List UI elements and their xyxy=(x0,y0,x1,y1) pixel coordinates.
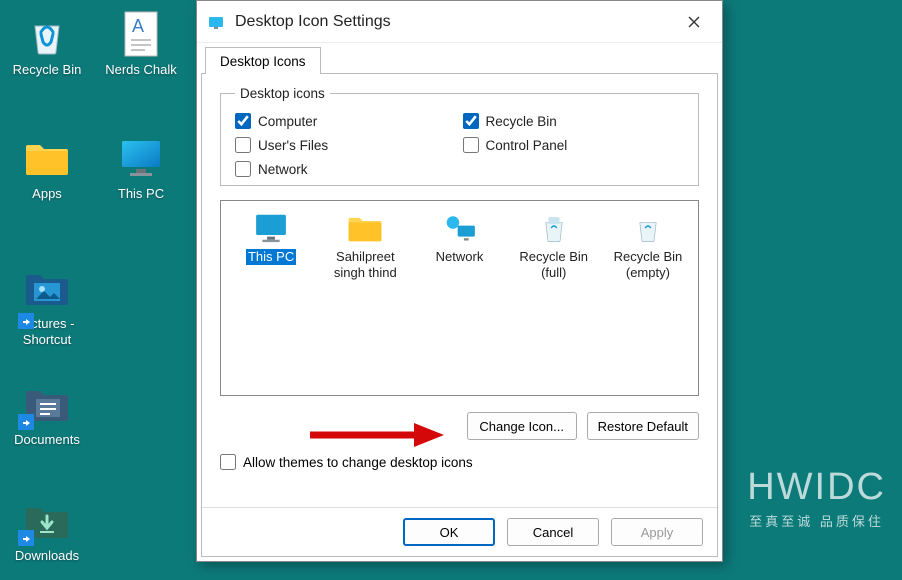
dialog-icon xyxy=(207,13,225,31)
preview-item-label: Sahilpreet singh thind xyxy=(321,249,409,280)
desktop-icon-label: This PC xyxy=(118,186,164,202)
desktop-icons-fieldset: Desktop icons Computer Recycle Bin User'… xyxy=(220,86,699,186)
checkbox-label: Allow themes to change desktop icons xyxy=(243,455,473,470)
checkbox-input[interactable] xyxy=(463,113,479,129)
icon-buttons-row: Change Icon... Restore Default xyxy=(220,412,699,440)
checkbox-allow-themes[interactable]: Allow themes to change desktop icons xyxy=(220,454,699,470)
desktop-icon-nerds-chalk[interactable]: A Nerds Chalk xyxy=(96,10,186,78)
checkbox-input[interactable] xyxy=(235,137,251,153)
preview-item-recycle-empty[interactable]: Recycle Bin (empty) xyxy=(604,211,692,280)
close-button[interactable] xyxy=(676,4,712,40)
desktop-icon-apps[interactable]: Apps xyxy=(2,134,92,202)
svg-text:A: A xyxy=(132,16,144,36)
shortcut-badge-icon xyxy=(18,313,34,329)
desktop-icon-label: Apps xyxy=(32,186,62,202)
titlebar[interactable]: Desktop Icon Settings xyxy=(197,1,722,43)
checkbox-computer[interactable]: Computer xyxy=(235,113,457,129)
ok-button[interactable]: OK xyxy=(403,518,495,546)
desktop-icon-recycle-bin[interactable]: Recycle Bin xyxy=(2,10,92,78)
desktop-icon-label: Documents xyxy=(14,432,80,448)
folder-icon xyxy=(23,134,71,182)
desktop-icon-pictures-shortcut[interactable]: Pictures - Shortcut xyxy=(2,264,92,347)
checkbox-label: Recycle Bin xyxy=(486,114,557,129)
checkbox-control-panel[interactable]: Control Panel xyxy=(463,137,685,153)
checkbox-label: Network xyxy=(258,162,308,177)
watermark-tagline: 至真至诚 品质保住 xyxy=(747,511,886,530)
watermark-logo: HWIDC xyxy=(747,466,886,509)
recycle-bin-full-icon xyxy=(535,211,573,245)
preview-item-label: Network xyxy=(436,249,484,265)
desktop-icon-label: Pictures - Shortcut xyxy=(2,316,92,347)
tab-strip: Desktop Icons xyxy=(197,43,722,73)
tab-panel: Desktop icons Computer Recycle Bin User'… xyxy=(202,74,717,476)
watermark: HWIDC 至真至诚 品质保住 xyxy=(747,466,886,530)
shortcut-badge-icon xyxy=(18,530,34,546)
recycle-bin-empty-icon xyxy=(629,211,667,245)
desktop-icon-this-pc[interactable]: This PC xyxy=(96,134,186,202)
close-icon xyxy=(687,15,701,29)
desktop-icon-downloads[interactable]: Downloads xyxy=(2,496,92,564)
preview-item-recycle-full[interactable]: Recycle Bin (full) xyxy=(510,211,598,280)
recycle-bin-icon xyxy=(23,10,71,58)
icon-preview-list: This PC Sahilpreet singh thind Network R… xyxy=(220,200,699,396)
checkbox-input[interactable] xyxy=(235,113,251,129)
desktop-icon-label: Nerds Chalk xyxy=(105,62,177,78)
document-icon: A xyxy=(117,10,165,58)
dialog-button-bar: OK Cancel Apply xyxy=(202,507,717,556)
checkbox-input[interactable] xyxy=(220,454,236,470)
preview-item-label: Recycle Bin (empty) xyxy=(604,249,692,280)
cancel-button[interactable]: Cancel xyxy=(507,518,599,546)
preview-item-label: This PC xyxy=(246,249,296,265)
desktop-icon-label: Recycle Bin xyxy=(13,62,82,78)
desktop-icon-settings-dialog: Desktop Icon Settings Desktop Icons Desk… xyxy=(196,0,723,562)
checkbox-network[interactable]: Network xyxy=(235,161,684,177)
preview-item-this-pc[interactable]: This PC xyxy=(227,211,315,265)
this-pc-icon xyxy=(252,211,290,245)
this-pc-icon xyxy=(117,134,165,182)
checkbox-recycle-bin[interactable]: Recycle Bin xyxy=(463,113,685,129)
network-icon xyxy=(441,211,479,245)
checkbox-label: Computer xyxy=(258,114,317,129)
pictures-folder-icon xyxy=(23,264,71,312)
restore-default-button[interactable]: Restore Default xyxy=(587,412,699,440)
tab-desktop-icons[interactable]: Desktop Icons xyxy=(205,47,321,74)
checkbox-input[interactable] xyxy=(235,161,251,177)
checkbox-input[interactable] xyxy=(463,137,479,153)
apply-button[interactable]: Apply xyxy=(611,518,703,546)
checkbox-users-files[interactable]: User's Files xyxy=(235,137,457,153)
desktop-icon-documents[interactable]: Documents xyxy=(2,380,92,448)
change-icon-button[interactable]: Change Icon... xyxy=(467,412,577,440)
shortcut-badge-icon xyxy=(18,414,34,430)
preview-item-label: Recycle Bin (full) xyxy=(510,249,598,280)
preview-item-network[interactable]: Network xyxy=(415,211,503,265)
checkbox-label: Control Panel xyxy=(486,138,568,153)
user-folder-icon xyxy=(346,211,384,245)
desktop-icon-label: Downloads xyxy=(15,548,79,564)
checkbox-label: User's Files xyxy=(258,138,328,153)
fieldset-legend: Desktop icons xyxy=(235,86,330,101)
preview-item-user[interactable]: Sahilpreet singh thind xyxy=(321,211,409,280)
dialog-title: Desktop Icon Settings xyxy=(235,13,676,31)
